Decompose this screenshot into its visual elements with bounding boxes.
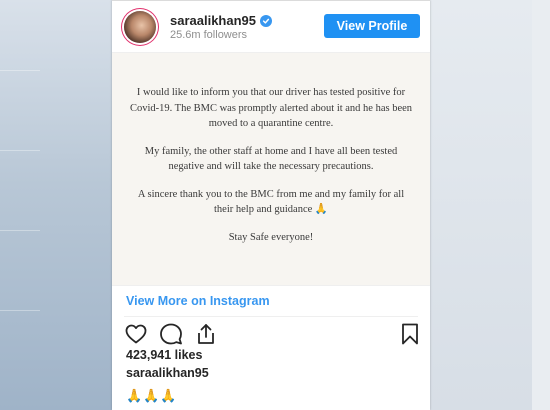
background-line <box>0 310 40 311</box>
like-count[interactable]: 423,941 likes <box>126 348 202 362</box>
share-icon[interactable] <box>194 322 218 346</box>
background-line <box>0 70 40 71</box>
verified-badge-icon <box>260 14 273 27</box>
caption-username[interactable]: saraalikhan95 <box>126 366 209 380</box>
view-more-on-instagram-link[interactable]: View More on Instagram <box>126 294 270 308</box>
instagram-embed-card: saraalikhan95 25.6m followers View Profi… <box>112 0 430 410</box>
background-line <box>0 230 40 231</box>
post-header: saraalikhan95 25.6m followers View Profi… <box>112 10 430 46</box>
note-paragraph: Stay Safe everyone! <box>228 231 314 243</box>
background-line <box>0 150 40 151</box>
username[interactable]: saraalikhan95 <box>170 13 256 28</box>
avatar[interactable] <box>124 11 156 43</box>
card-border <box>112 0 430 1</box>
note-paragraph: A sincere thank you to the BMC from me a… <box>137 188 405 216</box>
caption-text: 🙏🙏🙏 <box>126 389 178 404</box>
action-bar <box>112 322 430 346</box>
divider <box>124 316 418 317</box>
bookmark-icon[interactable] <box>398 322 422 346</box>
note-paragraph: I would like to inform you that our driv… <box>129 87 413 129</box>
view-profile-button[interactable]: View Profile <box>324 14 420 38</box>
comment-icon[interactable] <box>159 322 183 346</box>
statement-note: I would like to inform you that our driv… <box>128 85 414 257</box>
page-background-left <box>0 0 115 410</box>
post-image[interactable]: I would like to inform you that our driv… <box>112 52 430 286</box>
heart-icon[interactable] <box>124 322 148 346</box>
page-background-right <box>430 0 550 410</box>
note-paragraph: My family, the other staff at home and I… <box>144 145 398 173</box>
username-row: saraalikhan95 <box>170 13 273 28</box>
follower-count: 25.6m followers <box>170 29 248 41</box>
